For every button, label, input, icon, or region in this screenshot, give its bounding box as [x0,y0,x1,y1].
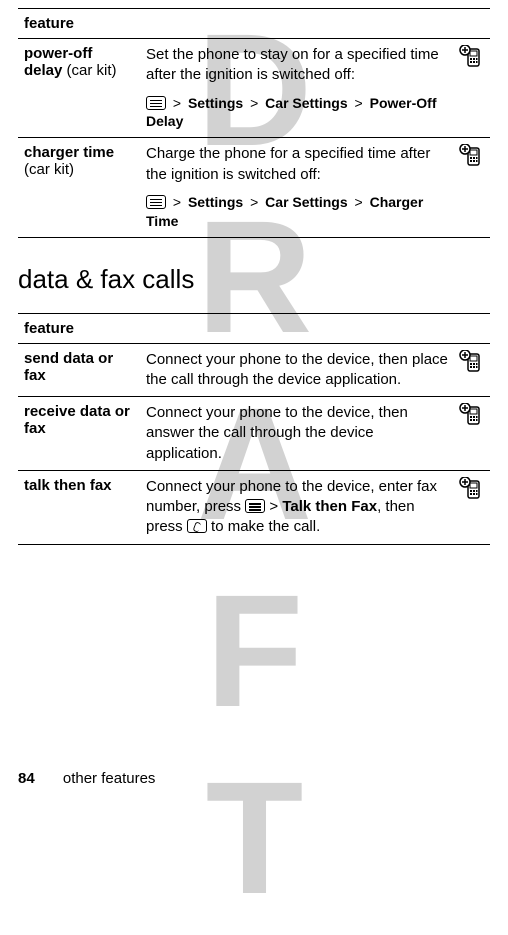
menu-key-icon [146,96,166,110]
table-row: charger time (car kit) Charge the phone … [18,138,490,237]
feature-name-cell: receive data or fax [18,397,140,471]
feature-name-cell: power-off delay (car kit) [18,39,140,138]
page-content: feature power-off delay (car kit) Set th… [18,8,490,545]
call-key-icon [187,519,207,533]
table-row: talk then fax Connect your phone to the … [18,470,490,544]
footer-section: other features [63,770,156,787]
page-footer: 84 other features [18,770,155,787]
feature-desc-cell: Charge the phone for a specified time af… [140,138,490,237]
feature-bold: send data or fax [24,350,113,384]
feature-desc-cell: Connect your phone to the device, enter … [140,470,490,544]
page-number: 84 [18,770,35,787]
feature-name-cell: send data or fax [18,343,140,397]
path-segment: Settings [188,95,243,111]
features-table-1: feature power-off delay (car kit) Set th… [18,8,490,238]
path-segment: Settings [188,194,243,210]
device-plus-icon [458,45,486,69]
feature-desc-post: to make the call. [207,518,320,535]
table-row: power-off delay (car kit) Set the phone … [18,39,490,138]
table-row: send data or fax Connect your phone to t… [18,343,490,397]
feature-desc: Connect your phone to the device, then a… [146,404,408,462]
nav-path: > Settings > Car Settings > Power-Off De… [146,94,450,132]
feature-rest: (car kit) [62,62,116,79]
device-plus-icon [458,477,486,501]
menu-key-icon [245,499,265,513]
path-segment: Car Settings [265,95,347,111]
table-row: receive data or fax Connect your phone t… [18,397,490,471]
feature-bold: charger time [24,144,114,161]
feature-desc-cell: Set the phone to stay on for a specified… [140,39,490,138]
feature-bold: talk then fax [24,477,112,494]
device-plus-icon [458,144,486,168]
feature-desc: Charge the phone for a specified time af… [146,145,430,182]
table1-header: feature [18,9,490,39]
device-plus-icon [458,403,486,427]
talk-then-fax-label: Talk then Fax [282,498,377,515]
feature-name-cell: talk then fax [18,470,140,544]
feature-name-cell: charger time (car kit) [18,138,140,237]
feature-bold: receive data or fax [24,403,130,437]
path-segment: Car Settings [265,194,347,210]
feature-desc-cell: Connect your phone to the device, then p… [140,343,490,397]
feature-desc: Connect your phone to the device, then p… [146,351,448,388]
section-heading: data & fax calls [18,264,490,295]
feature-desc: Set the phone to stay on for a specified… [146,46,439,83]
feature-desc-cell: Connect your phone to the device, then a… [140,397,490,471]
menu-key-icon [146,195,166,209]
features-table-2: feature send data or fax Connect your ph… [18,313,490,545]
nav-path: > Settings > Car Settings > Charger Time [146,193,450,231]
table2-header: feature [18,313,490,343]
device-plus-icon [458,350,486,374]
feature-rest: (car kit) [24,161,74,178]
